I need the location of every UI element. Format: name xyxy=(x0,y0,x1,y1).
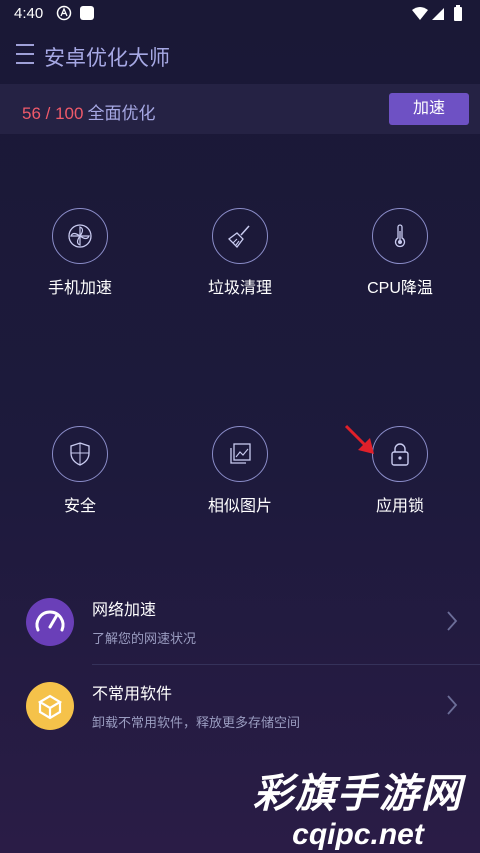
tool-label: 安全 xyxy=(63,498,96,515)
watermark-line2: cqipc.net xyxy=(292,818,424,851)
status-time: 4:40 xyxy=(14,5,44,22)
notification-icon xyxy=(56,5,72,21)
thermometer-icon xyxy=(394,224,406,248)
speed-up-button[interactable]: 加速 xyxy=(389,93,469,125)
broom-icon xyxy=(228,225,250,248)
tool-circle xyxy=(212,426,268,482)
list-item-title: 不常用软件 xyxy=(92,686,173,703)
tool-circle xyxy=(372,208,428,264)
tool-label: 垃圾清理 xyxy=(207,280,272,297)
annotation-arrow-icon xyxy=(344,424,374,454)
chevron-right-icon xyxy=(447,695,458,715)
tool-circle xyxy=(52,208,108,264)
tool-junk-clean[interactable]: 垃圾清理 xyxy=(180,208,300,298)
tool-label: 手机加速 xyxy=(47,280,112,297)
optimization-score: 56 / 100 全面优化 xyxy=(22,99,155,124)
tool-label: 相似图片 xyxy=(207,498,272,515)
signal-battery-icon xyxy=(412,5,462,21)
app-bar: 安卓优化大师 xyxy=(0,28,480,84)
shield-icon xyxy=(70,442,90,466)
watermark-line1: 彩旗手游网 xyxy=(253,772,463,816)
tool-circle xyxy=(372,426,428,482)
box-icon xyxy=(26,682,74,730)
status-bar: 4:40 xyxy=(0,0,480,28)
score-value: 56 / 100 xyxy=(22,104,84,123)
lock-icon xyxy=(391,443,409,466)
menu-icon[interactable] xyxy=(16,44,34,66)
watermark: 彩旗手游网 cqipc.net xyxy=(240,772,476,852)
tool-security[interactable]: 安全 xyxy=(20,426,140,516)
photos-icon xyxy=(230,443,251,464)
app-title: 安卓优化大师 xyxy=(44,47,170,70)
list-item-unused-apps[interactable]: 不常用软件 卸载不常用软件，释放更多存储空间 xyxy=(0,668,480,748)
tool-label: CPU降温 xyxy=(367,280,433,297)
tool-phone-boost[interactable]: 手机加速 xyxy=(20,208,140,298)
fan-icon xyxy=(68,224,92,248)
list-divider xyxy=(92,664,480,665)
tool-similar-photos[interactable]: 相似图片 xyxy=(180,426,300,516)
list-item-subtitle: 了解您的网速状况 xyxy=(92,631,197,646)
app-notification-icon xyxy=(80,6,94,20)
tool-circle xyxy=(212,208,268,264)
speedometer-icon xyxy=(26,598,74,646)
tool-cpu-cool[interactable]: CPU降温 xyxy=(340,208,460,298)
chevron-right-icon xyxy=(447,611,458,631)
list-item-title: 网络加速 xyxy=(92,602,157,619)
score-label: 全面优化 xyxy=(87,104,156,123)
tool-circle xyxy=(52,426,108,482)
list-item-network-boost[interactable]: 网络加速 了解您的网速状况 xyxy=(0,584,480,664)
list-item-subtitle: 卸载不常用软件，释放更多存储空间 xyxy=(92,715,301,730)
tool-label: 应用锁 xyxy=(375,498,424,515)
